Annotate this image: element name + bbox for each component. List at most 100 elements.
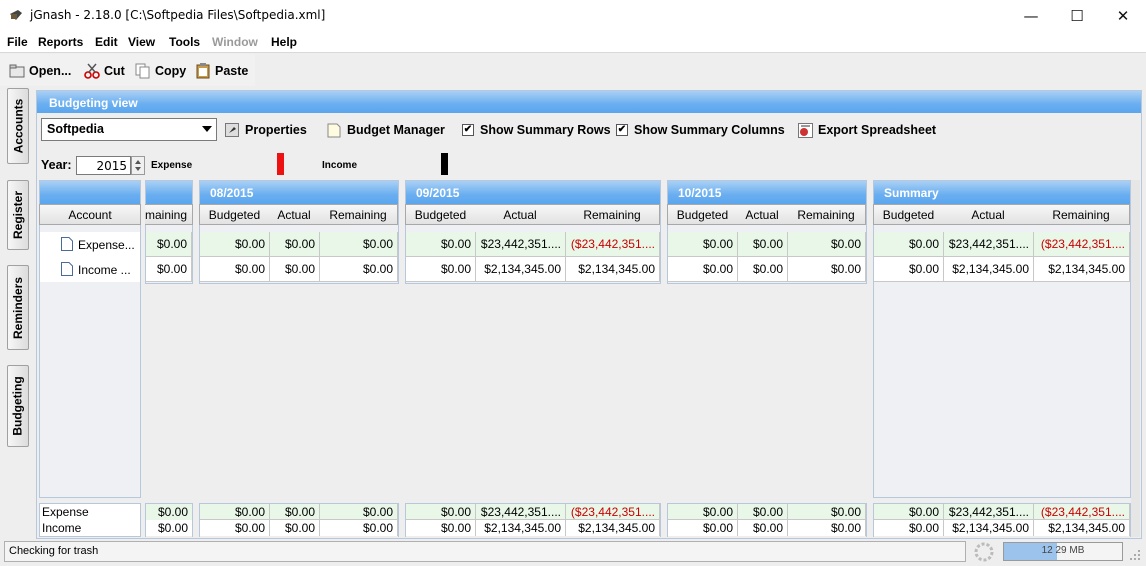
open-button[interactable]: Open... (9, 60, 71, 82)
budget-cell[interactable]: ($23,442,351.... (566, 232, 660, 257)
budget-cell[interactable]: $0.00 (270, 257, 320, 282)
budget-cell[interactable]: $0.00 (406, 257, 476, 282)
column-header-remaining[interactable]: Remaining (319, 204, 398, 225)
footer-cell: $0.00 (788, 504, 866, 520)
vertical-scrollbar[interactable] (1131, 180, 1140, 537)
jgnash-app-icon (10, 10, 22, 20)
budget-cell[interactable]: $23,442,351.... (476, 232, 566, 257)
footer-cell: $23,442,351.... (476, 504, 566, 520)
budget-cell[interactable]: $0.00 (320, 232, 398, 257)
checkbox-checked-icon: ✔ (616, 124, 628, 136)
tab-accounts[interactable]: Accounts (7, 88, 29, 164)
tab-reminders[interactable]: Reminders (7, 265, 29, 350)
resize-grip-icon[interactable] (1130, 548, 1142, 562)
footer-period-1: $0.00 $0.00 $23,442,351.... $2,134,345.00 ($… (405, 503, 661, 537)
account-column-header[interactable]: Account (39, 204, 141, 225)
tab-budgeting[interactable]: Budgeting (7, 365, 29, 447)
menu-help[interactable]: Help (271, 35, 297, 49)
footer-period-0: $0.00 $0.00 $0.00 $0.00 $0.00 $0.00 (199, 503, 399, 537)
year-input[interactable]: 2015 (76, 156, 131, 175)
paste-button[interactable]: Paste (195, 60, 248, 82)
legend-income-swatch (441, 153, 448, 175)
column-header-actual[interactable]: Actual (475, 204, 566, 225)
footer-label-income: Income (42, 521, 82, 535)
budget-cell[interactable]: $0.00 (788, 257, 866, 282)
footer-cell: $0.00 (406, 520, 476, 536)
column-header-remaining[interactable]: Remaining (565, 204, 660, 225)
column-header-actual[interactable]: Actual (269, 204, 320, 225)
footer-cell: $0.00 (146, 520, 192, 536)
budget-cell[interactable]: ($23,442,351.... (1034, 232, 1130, 257)
account-row-income[interactable]: Income ... (40, 257, 140, 282)
period-header: 09/2015 (406, 181, 660, 204)
footer-cell: $0.00 (668, 504, 738, 520)
budget-manager-button[interactable]: Budget Manager (327, 118, 445, 142)
footer-cell: $0.00 (270, 504, 320, 520)
footer-cell: ($23,442,351.... (1034, 504, 1130, 520)
close-button[interactable]: ✕ (1100, 0, 1146, 31)
budget-cell[interactable]: $2,134,345.00 (1034, 257, 1130, 282)
budget-cell[interactable]: $0.00 (738, 232, 788, 257)
column-header-remaining[interactable]: Remaining (787, 204, 866, 225)
account-column: Account Expense... Income ... (39, 180, 141, 498)
budget-select[interactable]: Softpedia (41, 118, 217, 141)
footer-cell: $23,442,351.... (944, 504, 1034, 520)
budget-cell[interactable]: $0.00 (668, 232, 738, 257)
minimize-button[interactable]: — (1008, 0, 1054, 31)
menu-view[interactable]: View (128, 35, 155, 49)
footer-cell: $0.00 (738, 520, 788, 536)
account-row-expense[interactable]: Expense... (40, 232, 140, 257)
menu-file[interactable]: File (7, 35, 28, 49)
menu-reports[interactable]: Reports (38, 35, 83, 49)
budget-cell[interactable]: $0.00 (788, 232, 866, 257)
column-header-remaining[interactable]: Remaining (1033, 204, 1130, 225)
show-summary-columns-checkbox[interactable]: ✔ Show Summary Columns (616, 118, 785, 142)
cut-button[interactable]: Cut (84, 60, 125, 82)
memory-text: 12 29 MB (1041, 545, 1085, 556)
period-block-0: 08/2015 Budgeted $0.00 $0.00 Actual $0.00 $0.0… (199, 180, 399, 284)
budget-cell[interactable]: $0.00 (320, 257, 398, 282)
column-header-actual[interactable]: Actual (943, 204, 1034, 225)
menu-tools[interactable]: Tools (169, 35, 200, 49)
export-spreadsheet-button[interactable]: Export Spreadsheet (798, 118, 936, 142)
budget-cell[interactable]: $0.00 (200, 257, 270, 282)
footer-cell: $0.00 (320, 520, 398, 536)
budget-cell[interactable]: $0.00 (200, 232, 270, 257)
partial-cell: $0.00 (146, 257, 192, 282)
show-summary-rows-checkbox[interactable]: ✔ Show Summary Rows (462, 118, 611, 142)
column-header-budgeted[interactable]: Budgeted (199, 204, 270, 225)
footer-period-2: $0.00 $0.00 $0.00 $0.00 $0.00 $0.00 (667, 503, 867, 537)
footer-partial: $0.00 $0.00 (145, 503, 193, 537)
show-summary-rows-label: Show Summary Rows (480, 123, 611, 137)
budget-cell[interactable]: $0.00 (270, 232, 320, 257)
budget-cell[interactable]: $0.00 (406, 232, 476, 257)
footer-period-3: $0.00 $0.00 $23,442,351.... $2,134,345.00 ($… (873, 503, 1131, 537)
budget-cell[interactable]: $2,134,345.00 (944, 257, 1034, 282)
trash-collector-icon[interactable] (973, 541, 995, 563)
copy-button[interactable]: Copy (135, 60, 186, 82)
budget-select-value: Softpedia (47, 122, 104, 136)
footer-cell: $2,134,345.00 (476, 520, 566, 536)
budget-cell[interactable]: $0.00 (874, 257, 944, 282)
column-header-actual[interactable]: Actual (737, 204, 788, 225)
column-header-budgeted[interactable]: Budgeted (405, 204, 476, 225)
budget-cell[interactable]: $23,442,351.... (944, 232, 1034, 257)
footer-cell: $2,134,345.00 (944, 520, 1034, 536)
column-header-budgeted[interactable]: Budgeted (667, 204, 738, 225)
budget-cell[interactable]: $2,134,345.00 (476, 257, 566, 282)
footer-cell: ($23,442,351.... (566, 504, 660, 520)
footer-cell: $0.00 (200, 520, 270, 536)
paste-label: Paste (215, 64, 249, 78)
copy-icon (135, 63, 150, 79)
tab-register[interactable]: Register (7, 180, 29, 250)
column-header-budgeted[interactable]: Budgeted (873, 204, 944, 225)
maximize-button[interactable]: ☐ (1054, 0, 1100, 31)
budget-cell[interactable]: $2,134,345.00 (566, 257, 660, 282)
partial-remaining-header[interactable]: maining (145, 204, 193, 225)
year-spinner[interactable] (131, 156, 145, 175)
properties-button[interactable]: Properties (225, 118, 307, 142)
budget-cell[interactable]: $0.00 (738, 257, 788, 282)
menu-edit[interactable]: Edit (95, 35, 118, 49)
budget-cell[interactable]: $0.00 (874, 232, 944, 257)
budget-cell[interactable]: $0.00 (668, 257, 738, 282)
